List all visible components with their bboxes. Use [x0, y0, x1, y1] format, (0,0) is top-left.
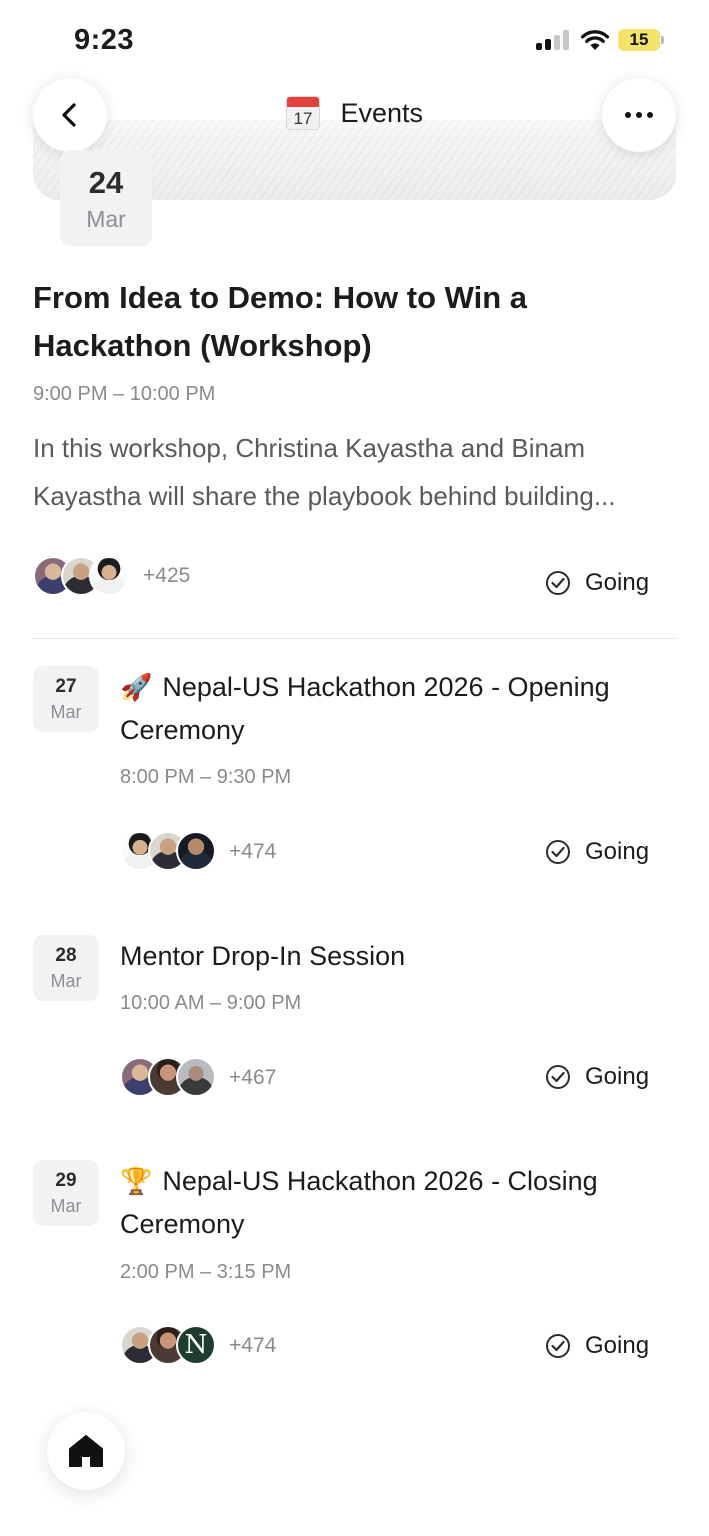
featured-event-title[interactable]: From Idea to Demo: How to Win a Hackatho…	[33, 274, 653, 370]
cellular-signal-icon	[536, 30, 570, 50]
avatar: N	[176, 1325, 216, 1365]
event-date: 29 Mar	[33, 1160, 99, 1226]
attendee-avatars[interactable]	[33, 556, 133, 596]
page-title: Events	[340, 97, 423, 128]
date-day: 24	[88, 165, 124, 200]
going-label: Going	[585, 569, 650, 596]
event-time: 8:00 PM – 9:30 PM	[120, 766, 292, 788]
date-month: Mar	[50, 1196, 82, 1216]
calendar-icon-day: 17	[293, 109, 313, 128]
divider	[33, 638, 676, 639]
check-circle-icon	[546, 1334, 570, 1358]
going-label: Going	[585, 1063, 650, 1090]
event-title-text: Nepal-US Hackathon 2026 - Closing Ceremo…	[120, 1166, 598, 1239]
events-screen: 9:23 15 17 Events 24 Mar From Idea to De…	[0, 0, 709, 1536]
avatar	[176, 831, 216, 871]
home-icon	[69, 1435, 103, 1467]
date-day: 28	[55, 945, 77, 966]
avatar	[176, 1057, 216, 1097]
featured-event-time: 9:00 PM – 10:00 PM	[33, 383, 216, 405]
date-day: 29	[55, 1170, 77, 1191]
date-month: Mar	[86, 206, 126, 232]
home-button[interactable]	[47, 1412, 125, 1490]
going-status-button[interactable]: Going	[546, 568, 649, 598]
avatar	[89, 556, 129, 596]
going-label: Going	[585, 1332, 650, 1359]
event-time: 10:00 AM – 9:00 PM	[120, 992, 302, 1014]
attendee-avatars[interactable]	[120, 831, 220, 871]
check-circle-icon	[546, 571, 570, 595]
attendee-avatars[interactable]: N	[120, 1325, 220, 1365]
battery-level: 15	[629, 30, 649, 49]
avatar-letter: N	[184, 1330, 208, 1360]
attendee-avatars[interactable]	[120, 1057, 220, 1097]
check-circle-icon	[546, 840, 570, 864]
going-status-button[interactable]: Going	[546, 1331, 649, 1361]
event-title[interactable]: 🚀 Nepal-US Hackathon 2026 - Opening Cerem…	[120, 666, 640, 752]
event-title[interactable]: 🏆 Nepal-US Hackathon 2026 - Closing Cerem…	[120, 1160, 640, 1246]
attendee-count: +474	[229, 840, 277, 863]
event-date: 28 Mar	[33, 935, 99, 1001]
going-status-button[interactable]: Going	[546, 1062, 649, 1092]
going-status-button[interactable]: Going	[546, 837, 649, 867]
featured-event-date: 24 Mar	[60, 150, 152, 246]
date-day: 27	[55, 676, 77, 697]
attendee-count: +467	[229, 1066, 277, 1089]
ellipsis-icon	[625, 112, 653, 118]
wifi-icon	[580, 30, 610, 50]
date-month: Mar	[50, 702, 82, 722]
attendee-count: +474	[229, 1334, 277, 1357]
event-title[interactable]: Mentor Drop-In Session	[120, 935, 640, 978]
trophy-icon: 🏆	[120, 1166, 153, 1196]
more-options-button[interactable]	[602, 78, 676, 152]
date-month: Mar	[50, 971, 82, 991]
calendar-icon: 17	[286, 96, 320, 130]
event-title-text: Nepal-US Hackathon 2026 - Opening Ceremo…	[120, 672, 610, 745]
rocket-icon: 🚀	[120, 672, 153, 702]
check-circle-icon	[546, 1065, 570, 1089]
event-time: 2:00 PM – 3:15 PM	[120, 1261, 292, 1283]
featured-event-description: In this workshop, Christina Kayastha and…	[33, 433, 616, 511]
attendee-count: +425	[143, 564, 191, 587]
event-date: 27 Mar	[33, 666, 99, 732]
status-time: 9:23	[74, 24, 135, 56]
battery-nub	[661, 36, 664, 44]
going-label: Going	[585, 838, 650, 865]
